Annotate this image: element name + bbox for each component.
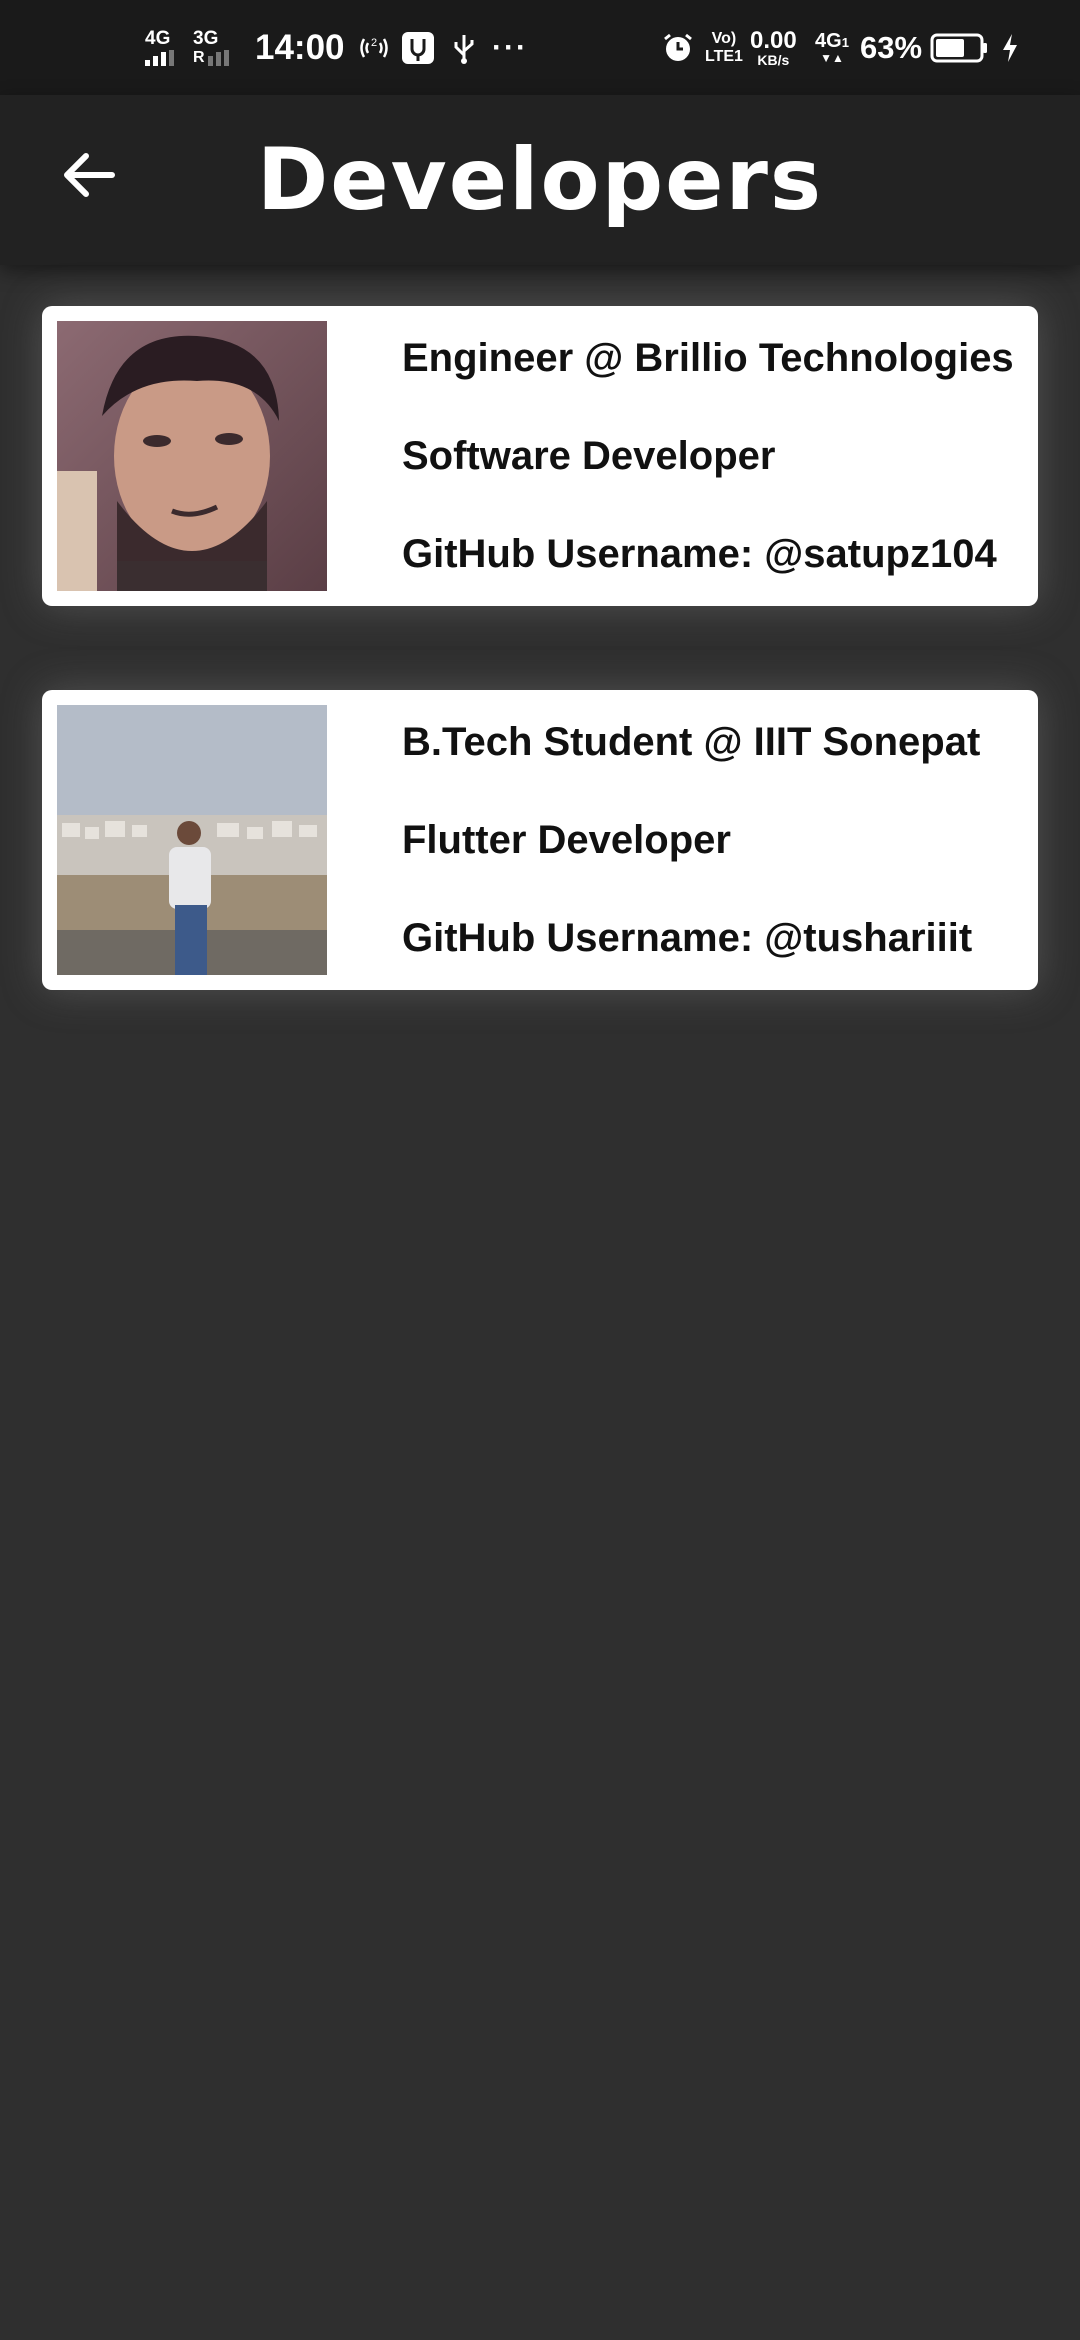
roaming-label: R [193,49,205,66]
developer-role: Engineer @ Brillio Technologies [402,336,1014,380]
developer-info: B.Tech Student @ IIIT Sonepat Flutter De… [402,690,1028,990]
status-bar: 4G 3G R 14:00 2 ··· Vo) LTE1 0.00 KB/s 4… [0,0,1080,95]
hotspot-icon: 2 [358,0,390,95]
developer-card[interactable]: B.Tech Student @ IIIT Sonepat Flutter De… [42,690,1038,990]
network-4g-indicator: 4G [145,0,174,95]
speed-unit: KB/s [757,51,790,68]
network-3g-label: 3G [193,28,219,49]
hotspot-badge: 2 [371,37,377,49]
developer-avatar [57,705,327,975]
signal-icon: R [193,50,229,66]
developer-github[interactable]: GitHub Username: @satupz104 [402,530,1028,578]
network-3g-indicator: 3G R [193,0,229,95]
speed-value: 0.00 [750,26,797,54]
network-4g-label: 4G [145,28,171,49]
developer-info: Engineer @ Brillio Technologies Software… [402,306,1028,606]
network-speed: 0.00 KB/s [750,0,797,95]
signal-icon [145,50,174,66]
page-title: Developers [256,130,824,230]
usb-icon [451,0,477,95]
developer-title: Software Developer [402,434,776,478]
arrow-back-icon [64,153,115,197]
clock: 14:00 [255,27,345,67]
charging-icon [1000,0,1020,95]
developer-role: B.Tech Student @ IIIT Sonepat [402,720,981,764]
usb-debug-icon [401,0,435,95]
developer-title: Flutter Developer [402,818,731,862]
data-arrows-icon: ▼▲ [820,50,844,65]
app-bar: Developers [0,95,1080,265]
volte-label: Vo) [711,29,737,47]
developer-github[interactable]: GitHub Username: @tushariiit [402,914,1028,962]
lte-label: LTE1 [705,47,743,65]
battery-percentage: 63% [860,29,923,65]
developer-card[interactable]: Engineer @ Brillio Technologies Software… [42,306,1038,606]
network-4g-data-label: 4G1 [815,29,849,52]
volte-indicator: Vo) LTE1 [705,0,743,95]
battery-icon [930,0,990,95]
back-button[interactable] [48,135,128,215]
developer-avatar [57,321,327,591]
more-notifications: ··· [492,30,528,64]
network-4g-data-indicator: 4G1 ▼▲ [815,0,849,95]
alarm-icon [662,0,694,95]
